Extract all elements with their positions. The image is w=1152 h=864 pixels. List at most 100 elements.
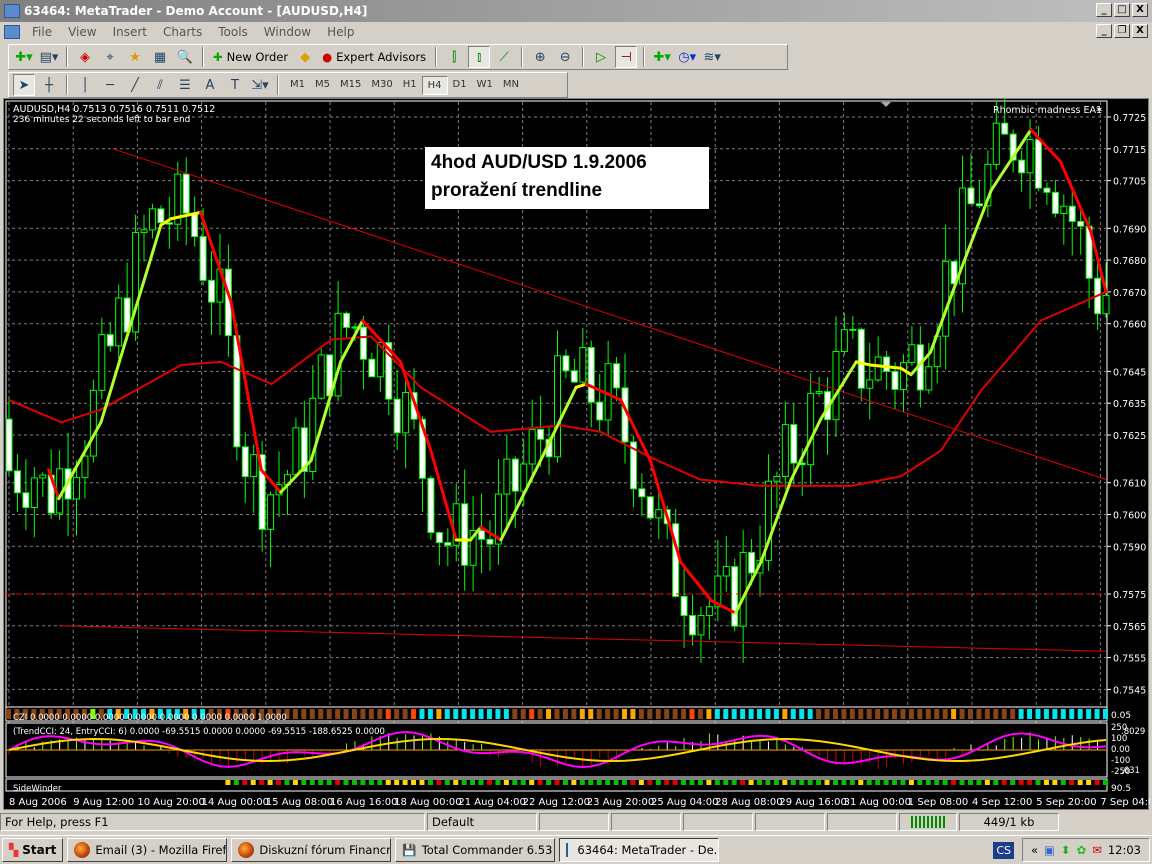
- new-chart-icon[interactable]: ✚▾: [13, 46, 35, 68]
- market-watch-icon[interactable]: ◈: [74, 46, 96, 68]
- sidewinder-bar: [664, 780, 670, 785]
- child-restore-button[interactable]: ❐: [1114, 24, 1130, 38]
- task-firefox-email[interactable]: Email (3) - Mozilla Firefox: [67, 838, 228, 862]
- minimize-button[interactable]: _: [1096, 3, 1112, 17]
- price-tick: 0.7610: [1113, 479, 1146, 490]
- tray-expand-button[interactable]: «: [1031, 843, 1038, 857]
- czi-bar: [824, 709, 830, 719]
- fibonacci-icon[interactable]: ☰: [174, 74, 196, 96]
- candle-body: [579, 346, 587, 383]
- candle-body: [554, 355, 561, 458]
- czi-bar: [748, 709, 754, 719]
- templates-icon[interactable]: ≋▾: [701, 46, 723, 68]
- auto-scroll-icon[interactable]: ▷: [590, 46, 612, 68]
- profiles-icon[interactable]: ▤▾: [38, 46, 60, 68]
- data-window-icon[interactable]: ⌖: [99, 46, 121, 68]
- task-metatrader[interactable]: 63464: MetaTrader - De...: [559, 838, 720, 862]
- candle-body: [250, 454, 258, 478]
- menu-file[interactable]: File: [24, 25, 60, 39]
- warning-icon[interactable]: ◆: [294, 46, 316, 68]
- menu-help[interactable]: Help: [319, 25, 362, 39]
- line-chart-icon[interactable]: ⟋: [493, 46, 515, 68]
- sidewinder-bar: [1001, 780, 1007, 785]
- text-icon[interactable]: A: [199, 74, 221, 96]
- arrows-icon[interactable]: ⇲▾: [249, 74, 271, 96]
- czi-bar: [959, 709, 965, 719]
- czi-bar: [773, 709, 779, 719]
- equidistant-channel-icon[interactable]: ⫽: [149, 74, 171, 96]
- icq-flower-icon[interactable]: ✿: [1077, 843, 1087, 857]
- sidewinder-bar: [343, 780, 349, 785]
- sidewinder-bar: [782, 780, 788, 785]
- cci-side-value: .8029: [1121, 727, 1145, 737]
- network-icon[interactable]: ▣: [1044, 843, 1055, 857]
- bar-chart-icon[interactable]: ⫿: [443, 46, 465, 68]
- candle-body: [39, 474, 47, 479]
- menu-window[interactable]: Window: [256, 25, 319, 39]
- timeframe-mn[interactable]: MN: [498, 76, 524, 95]
- sidewinder-bar: [832, 780, 838, 785]
- language-indicator[interactable]: CS: [993, 841, 1014, 859]
- chart-shift-icon[interactable]: ⊣: [615, 46, 638, 68]
- sidewinder-bar: [1060, 780, 1066, 785]
- timeframe-m1[interactable]: M1: [285, 76, 310, 95]
- czi-bar: [967, 709, 973, 719]
- time-tick: 14 Aug 00:00: [202, 797, 269, 808]
- candlestick-icon[interactable]: ⫾: [468, 46, 491, 68]
- timeframe-h1[interactable]: H1: [398, 76, 422, 95]
- menu-view[interactable]: View: [60, 25, 104, 39]
- menu-insert[interactable]: Insert: [105, 25, 155, 39]
- navigator-icon[interactable]: ★: [124, 46, 146, 68]
- updown-icon[interactable]: ⬍: [1061, 843, 1071, 857]
- document-icon[interactable]: [4, 25, 20, 39]
- sidewinder-bar: [748, 780, 754, 785]
- menu-charts[interactable]: Charts: [155, 25, 210, 39]
- czi-bar: [630, 709, 636, 719]
- sidewinder-bar: [444, 780, 450, 785]
- czi-bar: [782, 709, 788, 719]
- indicators-icon[interactable]: ✚▾: [651, 46, 673, 68]
- cursor-icon[interactable]: ➤: [13, 74, 35, 96]
- timeframe-w1[interactable]: W1: [472, 76, 498, 95]
- terminal-icon[interactable]: ▦: [149, 46, 171, 68]
- time-tick: 7 Sep 04:00: [1100, 797, 1150, 808]
- strategy-tester-icon[interactable]: 🔍: [174, 46, 196, 68]
- timeframe-m30[interactable]: M30: [366, 76, 397, 95]
- timeframe-d1[interactable]: D1: [448, 76, 472, 95]
- timeframe-m15[interactable]: M15: [335, 76, 366, 95]
- zoom-out-icon[interactable]: ⊖: [554, 46, 576, 68]
- time-tick: 21 Aug 04:00: [458, 797, 525, 808]
- trendline-icon[interactable]: ╱: [124, 74, 146, 96]
- close-button[interactable]: X: [1132, 3, 1148, 17]
- expert-advisors-button[interactable]: ● Expert Advisors: [319, 50, 429, 64]
- task-total-commander[interactable]: 💾 Total Commander 6.53 - ...: [395, 838, 556, 862]
- horizontal-line-icon[interactable]: ─: [99, 74, 121, 96]
- sidewinder-bar: [267, 780, 273, 785]
- maximize-button[interactable]: □: [1114, 3, 1130, 17]
- task-label: Email (3) - Mozilla Firefox: [95, 843, 228, 857]
- price-tick: 0.7645: [1113, 367, 1146, 378]
- candle-body: [849, 328, 857, 331]
- candle-body: [537, 428, 545, 440]
- child-minimize-button[interactable]: _: [1096, 24, 1112, 38]
- sidewinder-bar: [335, 780, 341, 785]
- start-button[interactable]: ▚ Start: [2, 838, 64, 862]
- timeframe-m5[interactable]: M5: [310, 76, 335, 95]
- price-tick: 0.7670: [1113, 288, 1146, 299]
- candle-body: [444, 542, 452, 546]
- vertical-line-icon[interactable]: │: [74, 74, 96, 96]
- menu-tools[interactable]: Tools: [210, 25, 256, 39]
- crosshair-icon[interactable]: ┼: [38, 74, 60, 96]
- periods-icon[interactable]: ◷▾: [676, 46, 698, 68]
- zoom-in-icon[interactable]: ⊕: [529, 46, 551, 68]
- text-label-icon[interactable]: T: [224, 74, 246, 96]
- sidewinder-bar: [512, 780, 518, 785]
- mail-error-icon[interactable]: ✉: [1092, 843, 1102, 857]
- candle-body: [140, 229, 148, 234]
- child-close-button[interactable]: X: [1132, 24, 1148, 38]
- new-order-button[interactable]: ✚ New Order: [210, 50, 291, 64]
- task-firefox-forum[interactable]: Diskuzní fórum Financnik....: [231, 838, 392, 862]
- timeframe-h4[interactable]: H4: [421, 75, 448, 95]
- czi-bar: [335, 709, 341, 719]
- annotation-box[interactable]: 4hod AUD/USD 1.9.2006 proražení trendlin…: [425, 147, 709, 209]
